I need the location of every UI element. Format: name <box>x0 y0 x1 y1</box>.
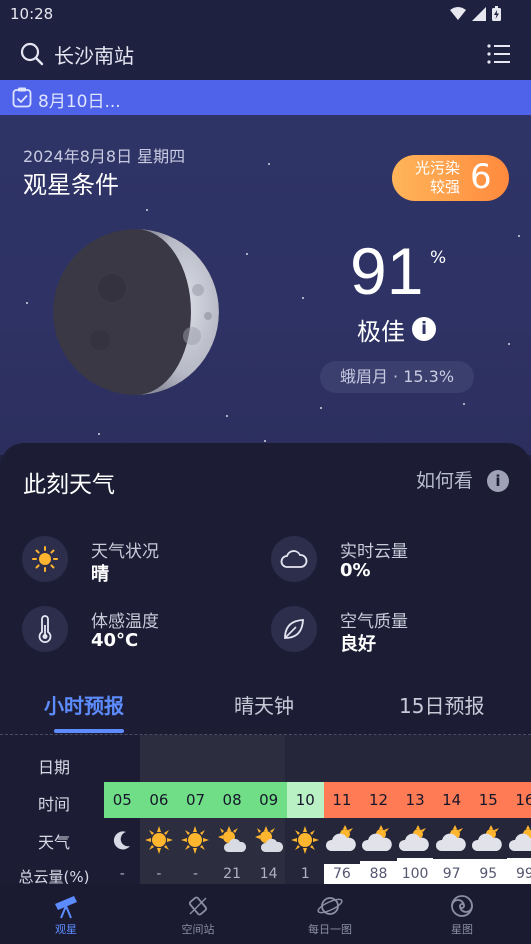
cloudy-sun-icon <box>433 822 470 858</box>
cloudy-sun-icon <box>324 822 361 858</box>
nav-item-stargazing[interactable]: 观星 <box>0 884 132 944</box>
page-title: 观星条件 <box>23 171 119 199</box>
calendar-check-icon <box>12 87 32 108</box>
score-rating: 极佳 <box>357 318 405 346</box>
cloud-cover-cell: 21 <box>223 866 241 882</box>
light-pollution-label: 光污染 <box>414 159 460 177</box>
tab-clear-sky-clock[interactable]: 晴天钟 <box>234 690 294 719</box>
satellite-icon <box>188 896 208 916</box>
galaxy-icon <box>451 895 473 917</box>
cloud-cover-cell: 95 <box>479 866 498 882</box>
signal-icon <box>472 6 486 21</box>
nav-label: 空间站 <box>181 923 215 936</box>
current-weather-title: 此刻天气 <box>23 472 115 498</box>
thermometer-icon <box>22 606 68 652</box>
cloud-cover-cell: 1 <box>300 866 310 882</box>
score-unit: % <box>430 248 447 268</box>
nav-label: 每日一图 <box>308 923 352 936</box>
status-time: 10:28 <box>10 5 54 23</box>
weather-condition-label: 天气状况 <box>91 542 159 562</box>
stargazing-hero: 2024年8月8日 星期四 观星条件 光污染 较强 6 91 % 极佳 i 蛾眉月… <box>0 115 531 455</box>
cloud-cover-label: 实时云量 <box>340 542 408 562</box>
sun-icon <box>287 822 324 858</box>
sun-icon <box>177 822 214 858</box>
battery-icon <box>492 6 501 21</box>
hour-cell: 16 <box>506 782 531 818</box>
feels-like-value: 40°C <box>91 630 139 651</box>
air-quality-label: 空气质量 <box>340 612 408 632</box>
moon-phase-badge: 蛾眉月 · 15.3% <box>320 361 474 393</box>
date-select-bar[interactable]: 8月10日... <box>0 80 531 115</box>
row-label-weather: 天气 <box>37 833 70 852</box>
hour-cell: 07 <box>177 782 214 818</box>
feels-like-label: 体感温度 <box>91 612 159 632</box>
status-icons <box>450 6 501 21</box>
tab-hourly-forecast[interactable]: 小时预报 <box>44 690 124 719</box>
cloudy-sun-icon <box>397 822 434 858</box>
light-pollution-level: 较强 <box>429 178 460 196</box>
cloud-cover-cell: 14 <box>259 866 278 882</box>
row-label-date: 日期 <box>37 758 70 777</box>
search-icon[interactable] <box>20 42 44 66</box>
hour-cell: 08 <box>213 782 251 818</box>
active-tab-indicator <box>54 729 124 733</box>
hour-cell: 06 <box>140 782 178 818</box>
hour-cell: 11 <box>323 782 361 818</box>
observation-date: 2024年8月8日 星期四 <box>23 147 186 166</box>
weather-condition-value: 晴 <box>91 564 109 585</box>
bottom-nav: 观星 空间站 每日一图 星图 <box>0 884 531 944</box>
info-icon[interactable]: i <box>412 317 436 341</box>
tab-15-day-forecast[interactable]: 15日预报 <box>399 690 484 719</box>
hour-cell: 13 <box>396 782 434 818</box>
wifi-icon <box>450 6 466 20</box>
nav-label: 观星 <box>55 923 77 936</box>
nav-item-daily-picture[interactable]: 每日一图 <box>264 884 396 944</box>
nav-item-space-station[interactable]: 空间站 <box>132 884 264 944</box>
current-weather-panel: 此刻天气 如何看 i 天气状况 晴 实时云量 0% 体感温度 40°C 空气质量… <box>0 443 531 886</box>
cloud-cover-cell: - <box>156 866 162 882</box>
hour-cell: 09 <box>250 782 287 818</box>
cloud-cover-cell: 97 <box>442 866 461 882</box>
how-to-read-link[interactable]: 如何看 <box>416 466 473 493</box>
cloud-cover-value: 0% <box>340 560 371 581</box>
row-label-time: 时间 <box>37 795 70 814</box>
telescope-icon <box>55 896 77 919</box>
nav-label: 星图 <box>451 923 473 936</box>
cloud-cover-cell: 88 <box>369 866 388 882</box>
planet-icon <box>317 897 343 915</box>
air-quality-value: 良好 <box>340 634 376 655</box>
info-icon[interactable]: i <box>487 470 509 492</box>
cloudy-sun-icon <box>360 822 397 858</box>
light-pollution-value: 6 <box>470 157 492 197</box>
moon-phase-image <box>53 229 219 395</box>
hour-cell: 12 <box>360 782 397 818</box>
partly-cloudy-icon <box>250 822 287 858</box>
cloudy-sun-icon <box>470 822 507 858</box>
cloud-cover-cell <box>81 863 118 885</box>
cloud-cover-cell: 76 <box>332 866 351 882</box>
partly-cloudy-icon <box>214 822 251 858</box>
cloud-cover-cell: 100 <box>401 866 429 882</box>
light-pollution-badge[interactable]: 光污染 较强 6 <box>392 155 509 201</box>
hour-cell: 14 <box>433 782 470 818</box>
cloud-cover-cell: 99 <box>515 866 531 882</box>
leaf-icon <box>271 606 317 652</box>
moon-icon <box>104 822 141 858</box>
selected-date: 8月10日... <box>38 92 121 112</box>
sun-icon <box>141 822 178 858</box>
nav-item-star-map[interactable]: 星图 <box>396 884 528 944</box>
cloud-cover-cell: - <box>192 866 199 882</box>
location-name[interactable]: 长沙南站 <box>54 40 134 69</box>
cloudy-sun-icon <box>507 822 531 858</box>
status-bar: 10:28 <box>0 0 531 28</box>
list-menu-icon[interactable] <box>487 43 510 65</box>
location-header: 长沙南站 <box>0 28 531 80</box>
hour-cell: 05 <box>104 782 141 818</box>
hour-cell: 10 <box>287 782 324 818</box>
hour-cell: 15 <box>470 782 507 818</box>
cloud-icon <box>271 536 317 582</box>
stargazing-score: 91 <box>350 234 424 308</box>
sun-icon <box>22 536 68 582</box>
